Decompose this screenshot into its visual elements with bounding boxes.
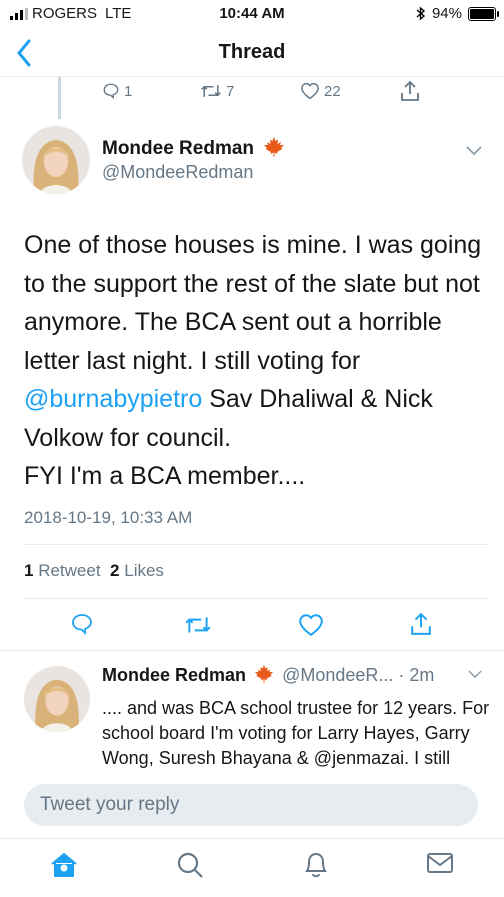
tweet-body: One of those houses is mine. I was going…	[24, 226, 484, 496]
reply-icon	[103, 83, 119, 100]
thread-connector	[58, 77, 61, 119]
retweet-icon	[201, 85, 221, 97]
mail-icon	[427, 853, 453, 873]
author-avatar[interactable]	[22, 126, 90, 194]
reply-avatar[interactable]	[24, 666, 90, 732]
heart-icon[interactable]	[298, 613, 324, 637]
tab-bar	[0, 838, 504, 897]
battery-percent: 94%	[431, 5, 462, 22]
tweet-action-bar	[0, 608, 504, 644]
divider	[24, 544, 488, 545]
share-icon[interactable]	[400, 80, 420, 102]
tweet-text-line2: FYI I'm a BCA member....	[24, 462, 306, 490]
nav-bar: Thread	[0, 28, 504, 77]
bluetooth-icon	[416, 6, 426, 21]
bell-icon	[305, 852, 327, 878]
reply-handle[interactable]: @MondeeR...	[282, 665, 393, 685]
search-icon	[177, 852, 203, 878]
reply-time: · 2m	[398, 665, 435, 685]
reply-tweet[interactable]: Mondee Redman @MondeeR... · 2m .... and …	[0, 650, 504, 772]
retweet-total[interactable]: 1	[24, 561, 33, 580]
reply-author-name[interactable]: Mondee Redman	[102, 665, 246, 685]
reply-action[interactable]: 1	[102, 82, 132, 100]
like-total[interactable]: 2	[110, 561, 119, 580]
maple-leaf-icon	[254, 664, 274, 684]
reply-count: 1	[124, 82, 133, 100]
retweet-action[interactable]: 7	[200, 82, 234, 100]
reply-text: .... and was BCA school trustee for 12 y…	[102, 698, 490, 768]
reply-header: Mondee Redman @MondeeR... · 2m	[102, 664, 434, 686]
tab-search[interactable]	[170, 851, 210, 883]
chevron-down-icon[interactable]	[468, 670, 482, 679]
battery-icon	[468, 6, 499, 21]
divider	[24, 598, 488, 599]
status-bar: ROGERS LTE 10:44 AM 94%	[0, 0, 504, 28]
mention-link[interactable]: @burnabypietro	[24, 385, 202, 413]
maple-leaf-icon	[264, 137, 285, 157]
tab-messages[interactable]	[420, 851, 460, 883]
author-handle[interactable]: @MondeeRedman	[102, 162, 286, 183]
reply-composer[interactable]	[24, 784, 478, 826]
like-action[interactable]: 22	[300, 82, 341, 100]
page-title: Thread	[218, 41, 286, 63]
engagement-stats: 1 Retweet 2 Likes	[24, 561, 164, 581]
tab-notifications[interactable]	[296, 851, 336, 883]
author-block: Mondee Redman @MondeeRedman	[102, 136, 286, 183]
heart-icon	[301, 82, 319, 100]
retweet-count: 7	[226, 82, 235, 100]
chevron-down-icon[interactable]	[466, 146, 482, 156]
tab-home[interactable]	[44, 851, 84, 883]
tweet-text: One of those houses is mine. I was going…	[24, 231, 482, 375]
reply-input[interactable]	[24, 784, 478, 826]
reply-icon[interactable]	[70, 612, 94, 636]
retweet-icon[interactable]	[184, 614, 212, 636]
like-count: 22	[324, 82, 341, 100]
share-icon[interactable]	[410, 611, 432, 637]
like-total-label[interactable]: Likes	[124, 561, 164, 580]
home-icon	[51, 853, 77, 877]
author-name[interactable]: Mondee Redman	[102, 138, 254, 159]
tweet-timestamp: 2018-10-19, 10:33 AM	[24, 508, 193, 527]
retweet-total-label[interactable]: Retweet	[38, 561, 100, 580]
